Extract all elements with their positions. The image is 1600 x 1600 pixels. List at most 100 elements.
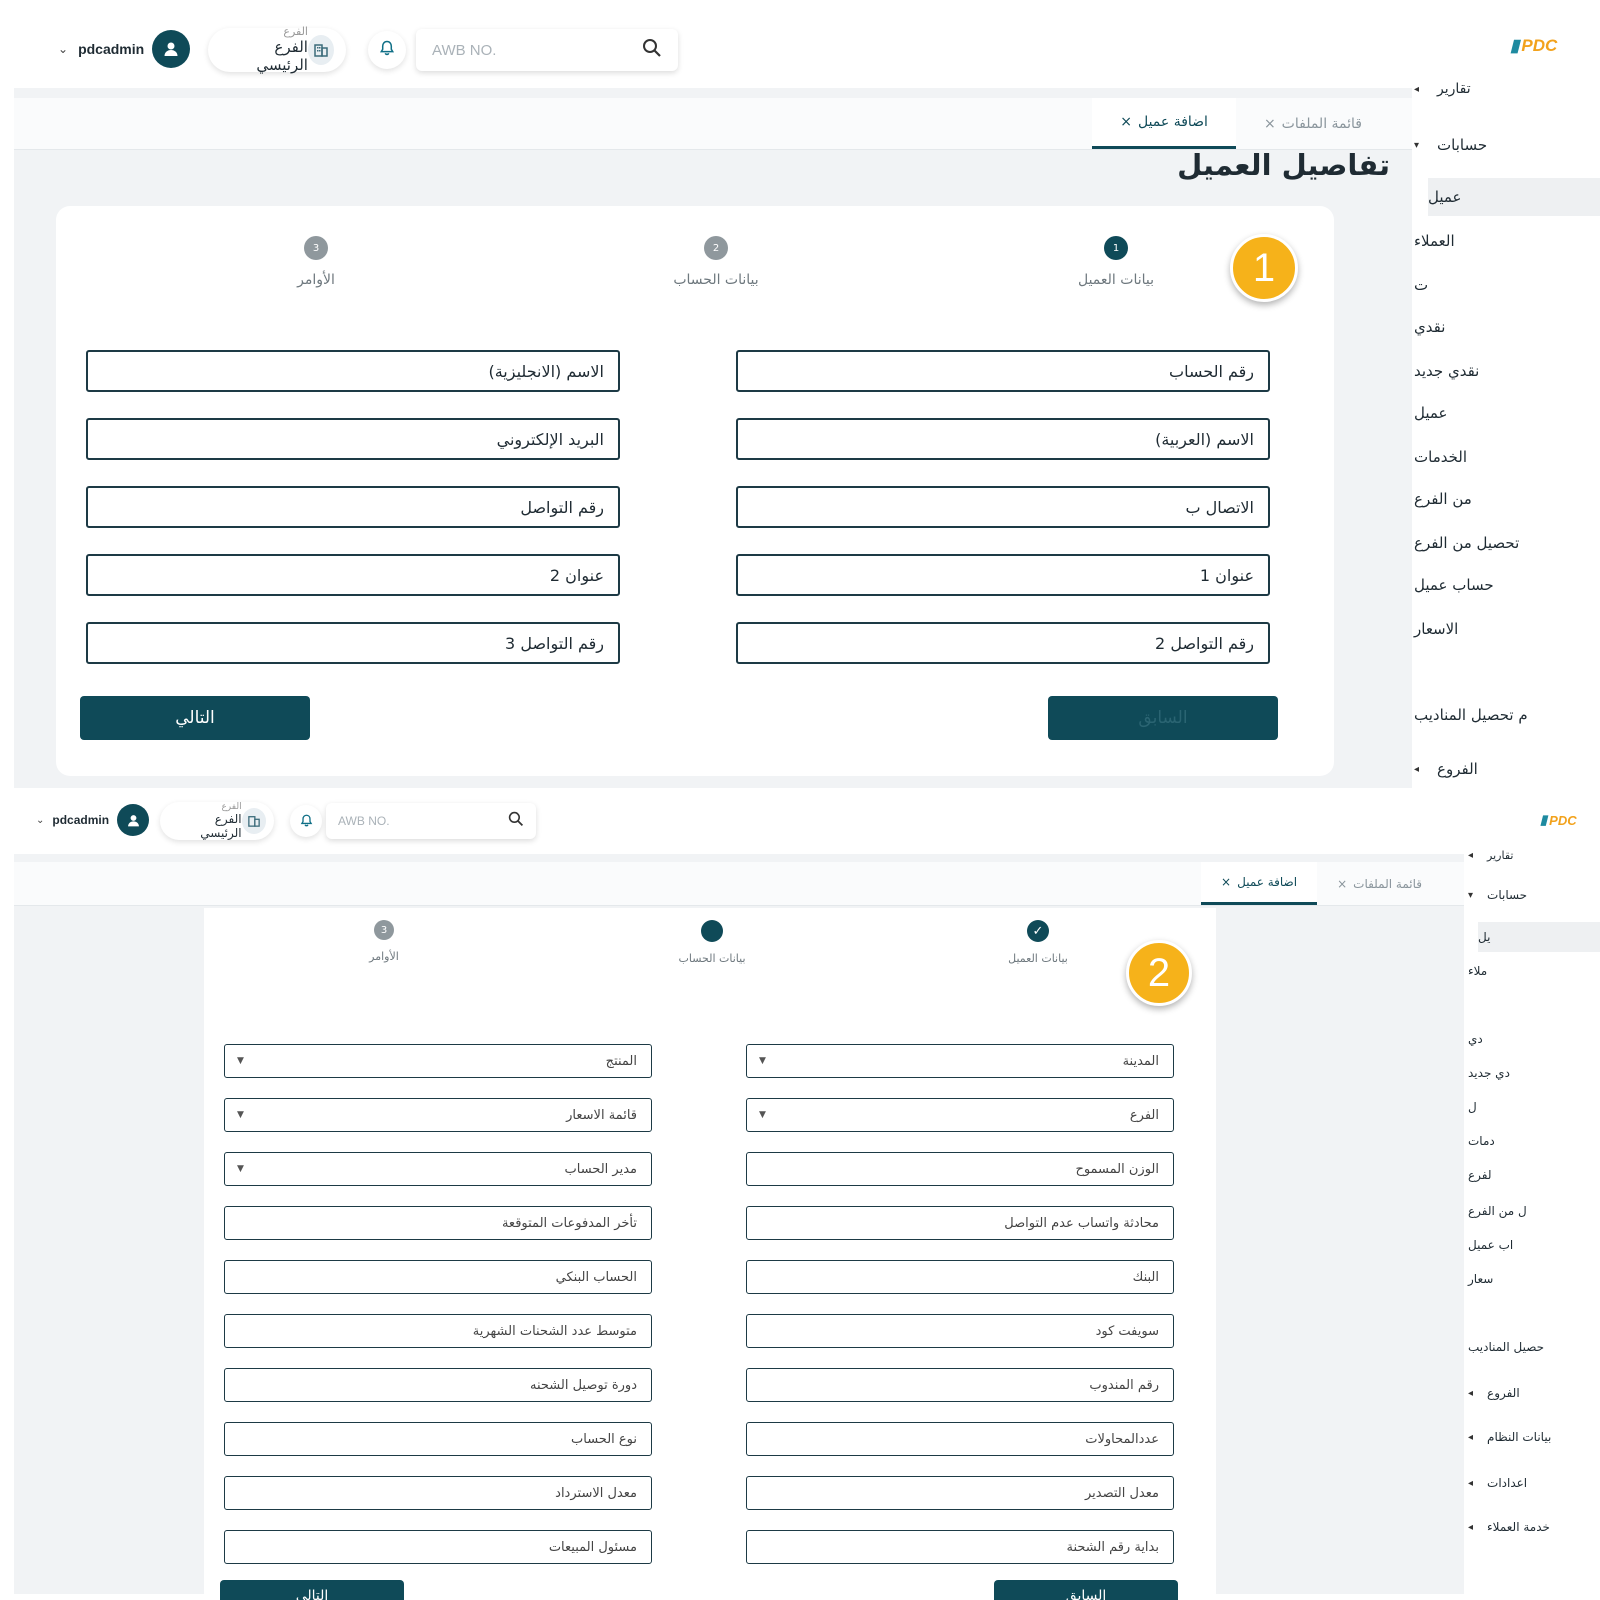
sidebar-item-services[interactable]: دمات (1468, 1128, 1600, 1154)
notifications-button[interactable] (290, 805, 322, 837)
sidebar-item-cash[interactable]: نقدي (1414, 312, 1600, 342)
account-number-field[interactable]: رقم الحساب (736, 350, 1270, 392)
search-icon[interactable] (642, 38, 662, 62)
expected-payment-delay-field[interactable]: تأخر المدفوعات المتوقعة (224, 1206, 652, 1240)
step-orders[interactable]: 3 الأوامر (236, 236, 396, 288)
address-1-field[interactable]: عنوان 1 (736, 554, 1270, 596)
awb-search-input[interactable] (338, 814, 487, 828)
account-type-field[interactable]: نوع الحساب (224, 1422, 652, 1456)
sidebar-item-new-cash[interactable]: دي جديد (1468, 1060, 1600, 1086)
swift-code-field[interactable]: سويفت كود (746, 1314, 1174, 1348)
sidebar-item-cash[interactable]: دي (1468, 1026, 1600, 1052)
price-list-select[interactable]: قائمة الاسعار ▼ (224, 1098, 652, 1132)
step-account-data[interactable]: بيانات الحساب (632, 920, 792, 965)
sidebar-item-customer-account[interactable]: حساب عميل (1414, 570, 1600, 600)
delivery-cycle-field[interactable]: دورة توصيل الشحنه (224, 1368, 652, 1402)
branch-select[interactable]: الفرع ▼ (746, 1098, 1174, 1132)
sidebar-item-t[interactable]: ت (1414, 270, 1600, 300)
sidebar-item-customer-2[interactable]: ل (1468, 1094, 1600, 1120)
sidebar-item-reports[interactable]: تقارير ◂ (1468, 844, 1600, 866)
contact-person-field[interactable]: الاتصال ب (736, 486, 1270, 528)
sidebar-item-accounts[interactable]: حسابات ▾ (1414, 130, 1600, 160)
city-select[interactable]: المدينة ▼ (746, 1044, 1174, 1078)
chevron-down-icon: ▾ (1414, 139, 1420, 151)
step-account-data[interactable]: 2 بيانات الحساب (636, 236, 796, 288)
sidebar-item-new-cash[interactable]: نقدي جديد (1414, 356, 1600, 386)
awb-search-input[interactable] (432, 41, 616, 59)
sidebar-item-branches[interactable]: الفروع ◂ (1414, 754, 1600, 784)
sidebar-item-customer[interactable]: عميل (1428, 178, 1600, 216)
previous-button[interactable]: السابق (1048, 696, 1278, 740)
tab-files-list[interactable]: قائمة الملفات × (1236, 98, 1390, 149)
courier-number-field[interactable]: رقم المندوب (746, 1368, 1174, 1402)
sidebar-item-accounts[interactable]: حسابات ▾ (1468, 882, 1600, 908)
step-orders[interactable]: 3 الأوامر (304, 920, 464, 963)
sidebar-item-customer-service[interactable]: خدمة العملاء ◂ (1468, 1514, 1600, 1540)
previous-button[interactable]: السابق (994, 1580, 1178, 1600)
sidebar-item-system-data[interactable]: بيانات النظام ◂ (1468, 1424, 1600, 1450)
next-button[interactable]: التالي (220, 1580, 404, 1600)
sales-officer-field[interactable]: مسئول المبيعات (224, 1530, 652, 1564)
bank-field[interactable]: البنك (746, 1260, 1174, 1294)
chevron-left-icon: ◂ (1468, 1387, 1474, 1399)
sidebar-item-prices[interactable]: سعار (1468, 1266, 1600, 1292)
next-button[interactable]: التالي (80, 696, 310, 740)
contact-number-field[interactable]: رقم التواصل (86, 486, 620, 528)
sidebar-item-prices[interactable]: الاسعار (1414, 614, 1600, 644)
arabic-name-field[interactable]: الاسم (العربية) (736, 418, 1270, 460)
step-customer-data[interactable]: 1 بيانات العميل (1036, 236, 1196, 288)
sidebar-item-customers[interactable]: ملاء (1468, 958, 1600, 984)
sidebar-item-services[interactable]: الخدمات (1414, 442, 1600, 472)
english-name-field[interactable]: الاسم (الانجليزية) (86, 350, 620, 392)
notifications-button[interactable] (368, 31, 406, 69)
shipment-number-start-field[interactable]: بداية رقم الشحنة (746, 1530, 1174, 1564)
tab-add-customer[interactable]: اضافة عميل × (1201, 862, 1318, 905)
close-icon[interactable]: × (1337, 877, 1347, 891)
contact-number-3-field[interactable]: رقم التواصل 3 (86, 622, 620, 664)
contact-number-2-field[interactable]: رقم التواصل 2 (736, 622, 1270, 664)
address-2-field[interactable]: عنوان 2 (86, 554, 620, 596)
whatsapp-no-contact-field[interactable]: محادثة واتساب عدم التواصل (746, 1206, 1174, 1240)
sidebar-item-branch-collection[interactable]: تحصيل من الفرع (1414, 528, 1600, 558)
sidebar-item-from-branch[interactable]: لفرع (1468, 1162, 1600, 1188)
search-icon[interactable] (508, 811, 524, 831)
tab-label: اضافة عميل (1137, 114, 1208, 130)
sidebar-item-courier-collection[interactable]: م تحصيل المناديب (1414, 700, 1600, 730)
tab-add-customer[interactable]: اضافة عميل × (1092, 98, 1236, 149)
branch-value: الفرع الرئيسي (200, 812, 242, 840)
branch-selector[interactable]: الفرع الفرع الرئيسي (208, 26, 346, 74)
avg-monthly-shipments-field[interactable]: متوسط عدد الشحنات الشهرية (224, 1314, 652, 1348)
sidebar-item-from-branch[interactable]: من الفرع (1414, 484, 1600, 514)
sidebar-item-customer-account[interactable]: اب عميل (1468, 1232, 1600, 1258)
sidebar-item-customer-2[interactable]: عميل (1414, 398, 1600, 428)
account-manager-select[interactable]: مدير الحساب ▼ (224, 1152, 652, 1186)
branch-selector[interactable]: الفرع الفرع الرئيسي (160, 802, 274, 840)
bank-account-field[interactable]: الحساب البنكي (224, 1260, 652, 1294)
step-customer-data[interactable]: ✓ بيانات العميل (958, 920, 1118, 965)
field-label: الفرع (1129, 1107, 1159, 1123)
sidebar-item-customers[interactable]: العملاء (1414, 226, 1600, 256)
email-field[interactable]: البريد الإلكتروني (86, 418, 620, 460)
sidebar-item-label: الفروع (1437, 760, 1478, 778)
user-icon (152, 30, 191, 68)
product-select[interactable]: المنتج ▼ (224, 1044, 652, 1078)
sidebar-item-branch-collection[interactable]: ل من الفرع (1468, 1198, 1600, 1224)
tab-files-list[interactable]: قائمة الملفات × (1317, 862, 1442, 905)
export-rate-field[interactable]: معدل التصدير (746, 1476, 1174, 1510)
sidebar: تقارير ◂ حسابات ▾ عميل العملاء ت نقدي نقدي… (1414, 76, 1600, 790)
step-number (701, 920, 723, 942)
sidebar-item-settings[interactable]: اعدادات ◂ (1468, 1470, 1600, 1496)
close-icon[interactable]: × (1221, 875, 1231, 889)
return-rate-field[interactable]: معدل الاسترداد (224, 1476, 652, 1510)
close-icon[interactable]: × (1120, 114, 1132, 130)
user-menu[interactable]: ⌄ pdcadmin (58, 30, 191, 68)
sidebar-item-courier-collection[interactable]: حصيل المناديب (1468, 1334, 1600, 1360)
allowed-weight-field[interactable]: الوزن المسموح (746, 1152, 1174, 1186)
tab-label: قائمة الملفات (1353, 876, 1422, 891)
attempts-count-field[interactable]: عددالمحاولات (746, 1422, 1174, 1456)
close-icon[interactable]: × (1264, 116, 1276, 132)
user-menu[interactable]: ⌄ pdcadmin (36, 804, 150, 836)
sidebar-item-branches[interactable]: الفروع ◂ (1468, 1380, 1600, 1406)
sidebar-item-customer[interactable]: يل (1478, 922, 1600, 952)
sidebar-item-reports[interactable]: تقارير ◂ (1414, 76, 1600, 102)
